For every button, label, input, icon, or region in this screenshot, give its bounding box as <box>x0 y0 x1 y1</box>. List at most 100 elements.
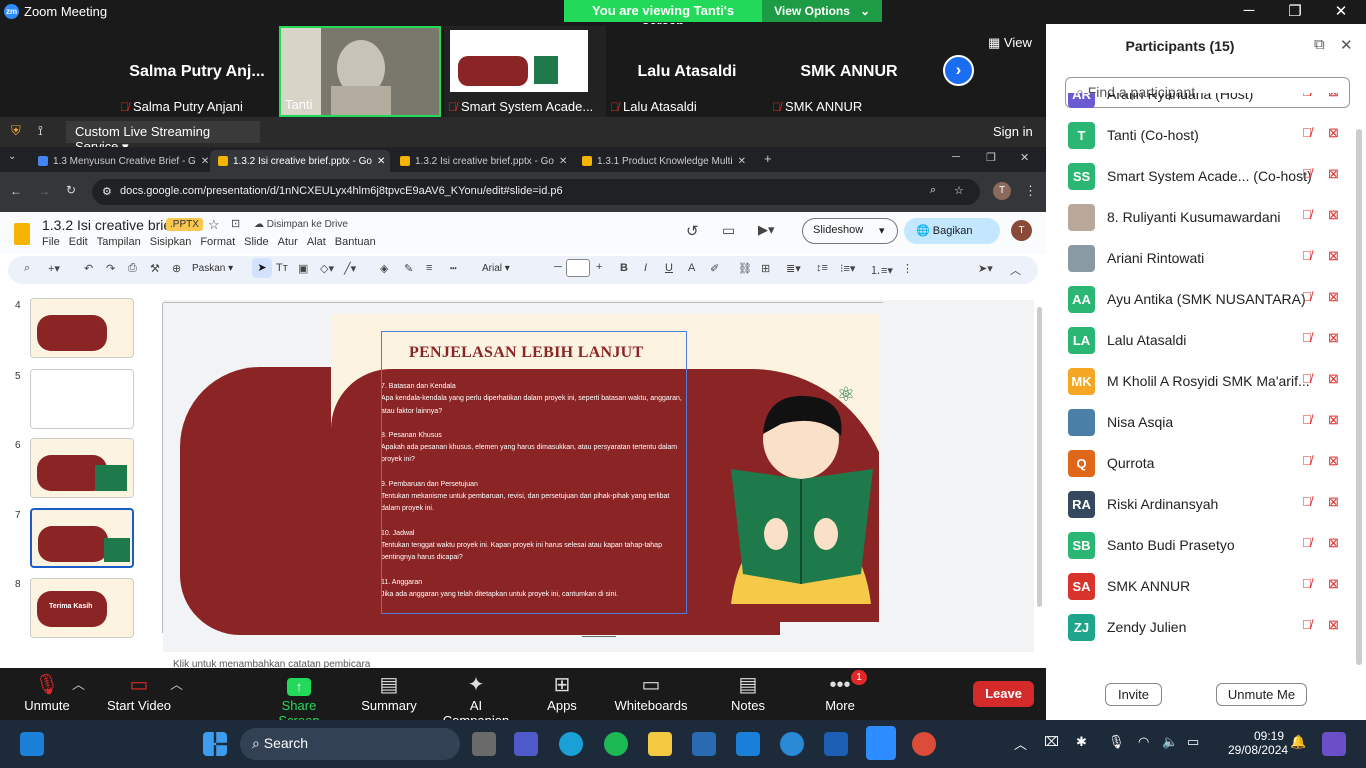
streaming-dropdown[interactable]: Custom Live Streaming Service ▾ <box>66 121 260 154</box>
numbered-list-icon[interactable]: ⒈≡▾ <box>870 262 893 278</box>
start-video-button[interactable]: ▭ Start Video <box>104 672 174 713</box>
line-spacing-icon[interactable]: ↕≡ <box>816 262 828 274</box>
next-page-button[interactable]: › <box>943 55 974 86</box>
browser-tab[interactable]: 1.3.1 Product Knowledge Multi ✕ <box>574 150 754 172</box>
notification-bell-icon[interactable]: 🔔 <box>1290 734 1306 750</box>
slide-thumbnail[interactable]: Terima Kasih <box>30 578 134 638</box>
tab-list-icon[interactable]: ⌄ <box>8 151 16 162</box>
close-tab-icon[interactable]: ✕ <box>559 156 567 167</box>
fill-color-icon[interactable]: ◈ <box>380 262 388 275</box>
zoom-search-icon[interactable]: ⌕ <box>930 184 936 197</box>
close-tab-icon[interactable]: ✕ <box>377 156 385 167</box>
view-options-button[interactable]: View Options ⌄ <box>762 0 882 22</box>
move-folder-icon[interactable]: ⊡ <box>231 217 240 230</box>
menu-view[interactable]: Tampilan <box>97 236 141 248</box>
video-options-icon[interactable]: ︿ <box>170 674 183 693</box>
pop-out-icon[interactable]: ⧉ <box>1314 36 1325 53</box>
forward-icon[interactable]: → <box>38 184 50 198</box>
slide-thumbnail[interactable] <box>30 369 134 429</box>
wifi-icon[interactable]: ◠ <box>1138 734 1149 750</box>
participant-row[interactable]: SB Santo Budi Prasetyo 🎙̸ ⊠ <box>1046 525 1356 566</box>
spotify-icon[interactable] <box>604 732 628 756</box>
highlight-icon[interactable]: ✐ <box>710 262 719 275</box>
participant-row[interactable]: SA SMK ANNUR 🎙̸ ⊠ <box>1046 566 1356 607</box>
participant-row[interactable]: Q Qurrota 🎙̸ ⊠ <box>1046 443 1356 484</box>
text-box-selection[interactable] <box>381 331 687 614</box>
widgets-icon[interactable] <box>20 732 44 756</box>
participant-row[interactable]: T Tanti (Co-host) 🎙̸ ⊠ <box>1046 115 1356 156</box>
border-weight-icon[interactable]: ≡ <box>426 262 432 274</box>
new-tab-icon[interactable]: + <box>764 151 772 166</box>
menu-help[interactable]: Bantuan <box>335 236 376 248</box>
participant-row[interactable]: Nisa Asqia 🎙̸ ⊠ <box>1046 402 1356 443</box>
chrome-icon[interactable] <box>912 732 936 756</box>
close-window-icon[interactable]: ✕ <box>1020 151 1029 164</box>
file-explorer-icon[interactable] <box>648 732 672 756</box>
zoom-dropdown[interactable]: Paskan ▾ <box>192 263 233 274</box>
sign-in-link[interactable]: Sign in <box>993 124 1033 139</box>
participant-row[interactable]: ZJ Zendy Julien 🎙̸ ⊠ <box>1046 607 1356 648</box>
comment-icon[interactable]: ▭ <box>722 222 735 239</box>
menu-format[interactable]: Format <box>200 236 235 248</box>
undo-icon[interactable]: ↶ <box>84 262 93 275</box>
star-icon[interactable]: ☆ <box>208 217 220 233</box>
underline-icon[interactable]: U <box>665 262 673 274</box>
bookmark-star-icon[interactable]: ☆ <box>954 184 964 197</box>
close-tab-icon[interactable]: ✕ <box>201 156 208 167</box>
menu-arrange[interactable]: Atur <box>278 236 298 248</box>
address-bar[interactable]: ⚙ docs.google.com/presentation/d/1nNCXEU… <box>92 179 980 205</box>
font-size-decrease-icon[interactable]: ─ <box>554 261 562 273</box>
edge-icon[interactable] <box>559 732 583 756</box>
image-icon[interactable]: ▣ <box>298 262 308 275</box>
meet-icon[interactable]: ▶▾ <box>758 222 775 238</box>
collapse-toolbar-icon[interactable]: ︿ <box>1010 262 1021 278</box>
scrollbar[interactable] <box>1037 307 1042 607</box>
more-tools-icon[interactable]: ⋮ <box>902 262 913 275</box>
participant-row[interactable]: RA Riski Ardinansyah 🎙̸ ⊠ <box>1046 484 1356 525</box>
invite-button[interactable]: Invite <box>1105 683 1162 706</box>
menu-slide[interactable]: Slide <box>244 236 268 248</box>
view-button[interactable]: ▦ View <box>988 35 1032 51</box>
profile-avatar[interactable]: T <box>993 182 1011 200</box>
volume-icon[interactable]: 🔈 <box>1162 734 1178 750</box>
account-avatar[interactable]: T <box>1011 220 1032 241</box>
mic-icon[interactable]: 🎙 <box>1108 734 1125 750</box>
resize-handle[interactable] <box>582 636 616 637</box>
participant-row[interactable]: SS Smart System Acade... (Co-host) 🎙̸ ⊠ <box>1046 156 1356 197</box>
leave-button[interactable]: Leave <box>973 681 1034 707</box>
battery-icon[interactable]: ▭ <box>1187 734 1199 750</box>
store-icon[interactable] <box>736 732 760 756</box>
back-icon[interactable]: ← <box>10 184 22 198</box>
bulleted-list-icon[interactable]: ⁝≡▾ <box>840 262 855 275</box>
video-tile[interactable]: Lalu Atasaldi 🎙̸ Lalu Atasaldi <box>606 26 768 117</box>
font-size-input[interactable] <box>566 259 590 277</box>
speaker-notes[interactable]: Klik untuk menambahkan catatan pembicara <box>163 652 1034 668</box>
slide-thumbnail-active[interactable] <box>30 508 134 568</box>
text-color-icon[interactable]: A <box>688 262 695 274</box>
browser-tab[interactable]: 1.3 Menyusun Creative Brief - G ✕ <box>30 150 208 172</box>
slideshow-button[interactable]: Slideshow ▾ <box>802 218 898 244</box>
zoom-taskbar-icon[interactable] <box>866 726 896 760</box>
slide-thumbnail[interactable] <box>30 298 134 358</box>
search-menu-icon[interactable]: ⌕ <box>24 262 30 275</box>
calculator-icon[interactable] <box>692 732 716 756</box>
print-icon[interactable]: ⎙ <box>128 262 137 275</box>
shape-icon[interactable]: ◇▾ <box>320 262 334 275</box>
browser-menu-icon[interactable]: ⋮ <box>1024 183 1037 199</box>
participant-row[interactable]: AR Arafin Ryandana (Host) 🎙̸ ⊠ <box>1046 93 1356 115</box>
start-icon[interactable] <box>203 732 227 756</box>
teams-icon[interactable] <box>514 732 538 756</box>
bluetooth-icon[interactable]: ✱ <box>1076 734 1087 750</box>
browser-tab[interactable]: 1.3.2 Isi creative brief.pptx - Go ✕ <box>392 150 572 172</box>
notes-button[interactable]: ▤ Notes <box>728 672 768 713</box>
close-panel-icon[interactable]: ✕ <box>1340 36 1353 54</box>
border-color-icon[interactable]: ✎ <box>404 262 413 275</box>
task-view-icon[interactable] <box>472 732 496 756</box>
doc-title[interactable]: 1.3.2 Isi creative brief <box>42 217 175 233</box>
taskbar-search[interactable]: ⌕ Search <box>240 728 460 760</box>
network-off-icon[interactable]: ⌧ <box>1044 734 1059 750</box>
font-dropdown[interactable]: Arial ▾ <box>482 263 510 274</box>
unmute-me-button[interactable]: Unmute Me <box>1216 683 1307 706</box>
menu-tools[interactable]: Alat <box>307 236 326 248</box>
help-icon[interactable] <box>780 732 804 756</box>
